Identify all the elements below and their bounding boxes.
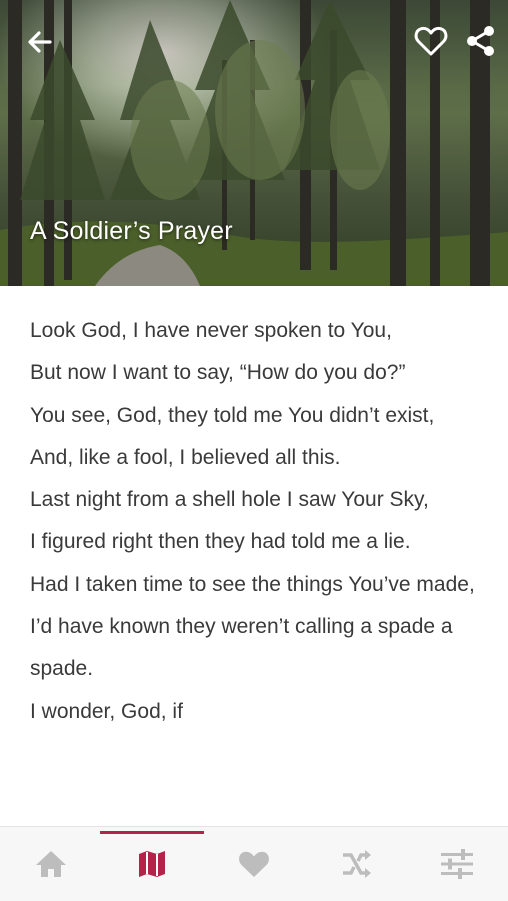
back-button[interactable]	[24, 26, 56, 58]
poem-line: Look God, I have never spoken to You,	[30, 319, 392, 342]
poem-line: I’d have known they weren’t calling a sp…	[30, 615, 453, 681]
poem-text: Look God, I have never spoken to You, Bu…	[30, 310, 490, 826]
poem-line: You see, God, they told me You didn’t ex…	[30, 403, 435, 427]
heart-outline-icon	[414, 26, 448, 56]
poem-line: I wonder, God, if	[30, 699, 183, 723]
settings-sliders-icon	[441, 849, 474, 879]
poem-line: But now I want to say, “How do you do?”	[30, 361, 406, 385]
nav-settings[interactable]	[425, 832, 489, 896]
home-icon	[35, 851, 66, 877]
bottom-navigation	[0, 826, 508, 901]
favorite-button[interactable]	[413, 24, 449, 58]
arrow-left-icon	[28, 31, 52, 53]
map-icon	[139, 851, 166, 877]
poem-line: And, like a fool, I believed all this.	[30, 445, 341, 469]
poem-line: Had I taken time to see the things You’v…	[30, 572, 475, 596]
nav-map[interactable]	[100, 831, 205, 896]
share-button[interactable]	[464, 24, 498, 58]
nav-shuffle[interactable]	[324, 832, 388, 896]
nav-home[interactable]	[19, 832, 83, 896]
shuffle-icon	[342, 850, 371, 878]
heart-icon	[239, 851, 269, 877]
poem-line: I figured right then they had told me a …	[30, 530, 411, 554]
poem-line: Last night from a shell hole I saw Your …	[30, 488, 429, 512]
nav-favorites[interactable]	[222, 832, 286, 896]
share-icon	[467, 26, 494, 56]
page-title: A Soldier’s Prayer	[30, 217, 233, 245]
header-image: A Soldier’s Prayer	[0, 0, 508, 286]
